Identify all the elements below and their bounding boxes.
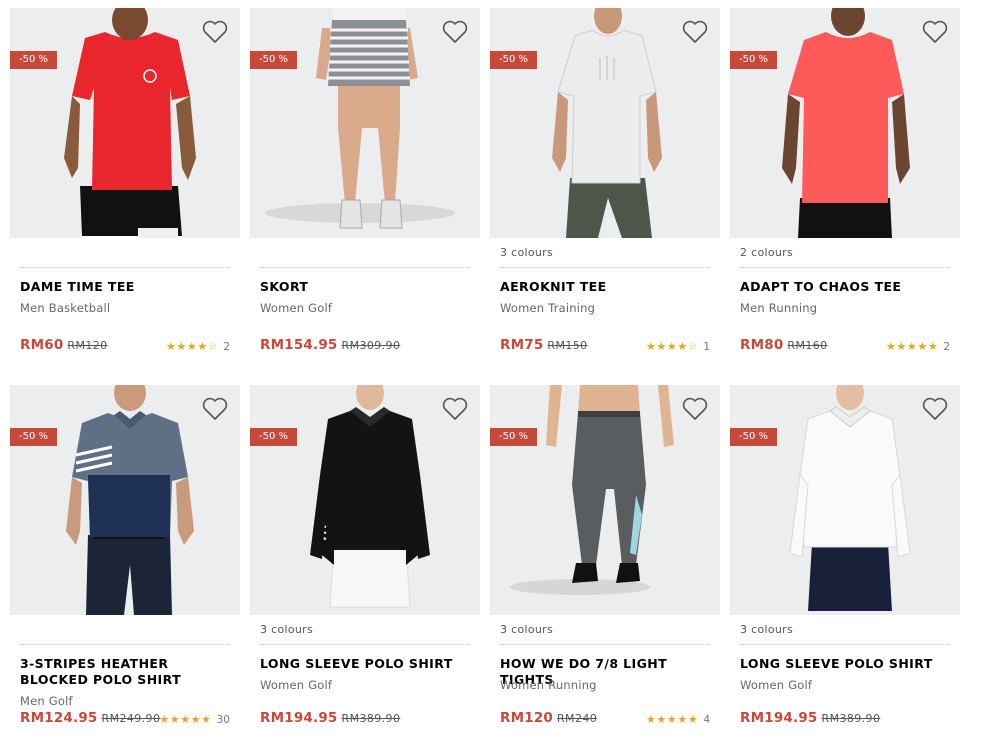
sale-price: RM124.95 [20, 710, 98, 726]
review-count: 4 [703, 714, 710, 726]
original-price: RM389.90 [821, 712, 881, 725]
product-card-skort[interactable]: -50 % SKORT Women Golf RM154.95 RM309.90 [250, 8, 480, 378]
divider [260, 267, 470, 268]
heart-outline-icon[interactable] [202, 20, 228, 44]
price-row: RM194.95 RM389.90 [740, 710, 950, 728]
sale-price: RM120 [500, 710, 554, 726]
product-category: Men Basketball [20, 301, 111, 315]
price-row: RM60 RM120 ★★★★☆ 2 [20, 337, 230, 355]
discount-badge: -50 % [10, 428, 58, 446]
star-rating: ★★★★☆ 1 [646, 340, 710, 353]
heart-outline-icon[interactable] [682, 397, 708, 421]
discount-badge: -50 % [730, 51, 778, 69]
discount-badge: -50 % [730, 428, 778, 446]
product-category: Women Training [500, 301, 596, 315]
colour-count: 2 colours [740, 246, 793, 259]
heart-outline-icon[interactable] [682, 20, 708, 44]
heart-outline-icon[interactable] [202, 397, 228, 421]
sale-price: RM194.95 [740, 710, 818, 726]
product-category: Women Golf [260, 678, 333, 692]
product-card-long-sleeve-polo-white[interactable]: -50 % 3 colours LONG SLEEVE POLO SHIRT W… [730, 385, 960, 755]
rating-stars: ★★★★★ [159, 713, 212, 726]
sale-price: RM194.95 [260, 710, 338, 726]
heart-outline-icon[interactable] [922, 20, 948, 44]
colour-count: 3 colours [500, 246, 553, 259]
product-card-dame-time-tee[interactable]: -50 % DAME TIME TEE Men Basketball RM60 R… [10, 8, 240, 378]
original-price: RM150 [547, 339, 588, 352]
product-category: Women Golf [260, 301, 333, 315]
heart-outline-icon[interactable] [442, 20, 468, 44]
product-name[interactable]: SKORT [260, 279, 470, 295]
rating-stars: ★★★★★ [646, 713, 699, 726]
colour-count: 3 colours [260, 623, 313, 636]
product-card-3-stripes-polo[interactable]: -50 % 3-STRIPES HEATHER BLOCKED POLO SHI… [10, 385, 240, 755]
price-row: RM194.95 RM389.90 [260, 710, 470, 728]
rating-stars: ★★★★☆ [646, 340, 699, 353]
divider [500, 267, 710, 268]
product-category: Men Running [740, 301, 818, 315]
product-card-aeroknit-tee[interactable]: -50 % 3 colours AEROKNIT TEE Women Train… [490, 8, 720, 378]
product-name[interactable]: ADAPT TO CHAOS TEE [740, 279, 950, 295]
divider [260, 644, 470, 645]
sale-price: RM80 [740, 337, 784, 353]
price-row: RM80 RM160 ★★★★★ 2 [740, 337, 950, 355]
star-rating: ★★★★☆ 2 [166, 340, 230, 353]
sale-price: RM60 [20, 337, 64, 353]
discount-badge: -50 % [10, 51, 58, 69]
price-row: RM120 RM240 ★★★★★ 4 [500, 710, 710, 728]
review-count: 2 [223, 341, 230, 353]
star-rating: ★★★★★ 30 [159, 713, 230, 726]
original-price: RM160 [787, 339, 828, 352]
product-category: Women Golf [740, 678, 813, 692]
price-row: RM124.95 RM249.90 ★★★★★ 30 [20, 710, 230, 728]
rating-stars: ★★★★★ [886, 340, 939, 353]
discount-badge: -50 % [250, 51, 298, 69]
price-row: RM75 RM150 ★★★★☆ 1 [500, 337, 710, 355]
heart-outline-icon[interactable] [922, 397, 948, 421]
rating-stars: ★★★★☆ [166, 340, 219, 353]
product-name[interactable]: LONG SLEEVE POLO SHIRT [740, 656, 950, 672]
colour-count: 3 colours [500, 623, 553, 636]
product-card-long-sleeve-polo-black[interactable]: -50 % 3 colours LONG SLEEVE POLO SHIRT W… [250, 385, 480, 755]
original-price: RM249.90 [101, 712, 161, 725]
review-count: 30 [216, 714, 230, 726]
heart-outline-icon[interactable] [442, 397, 468, 421]
product-card-adapt-to-chaos-tee[interactable]: -50 % 2 colours ADAPT TO CHAOS TEE Men R… [730, 8, 960, 378]
review-count: 2 [943, 341, 950, 353]
divider [20, 267, 230, 268]
product-category: Men Golf [20, 694, 73, 708]
product-card-how-we-do-tights[interactable]: -50 % 3 colours HOW WE DO 7/8 LIGHT TIGH… [490, 385, 720, 755]
product-name[interactable]: LONG SLEEVE POLO SHIRT [260, 656, 470, 672]
product-name[interactable]: AEROKNIT TEE [500, 279, 710, 295]
sale-price: RM75 [500, 337, 544, 353]
product-name[interactable]: 3-STRIPES HEATHER BLOCKED POLO SHIRT [20, 656, 230, 688]
sale-price: RM154.95 [260, 337, 338, 353]
original-price: RM240 [557, 712, 598, 725]
discount-badge: -50 % [250, 428, 298, 446]
divider [20, 644, 230, 645]
colour-count: 3 colours [740, 623, 793, 636]
original-price: RM309.90 [341, 339, 401, 352]
discount-badge: -50 % [490, 51, 538, 69]
divider [500, 644, 710, 645]
star-rating: ★★★★★ 2 [886, 340, 950, 353]
original-price: RM389.90 [341, 712, 401, 725]
review-count: 1 [703, 341, 710, 353]
product-name[interactable]: DAME TIME TEE [20, 279, 230, 295]
divider [740, 267, 950, 268]
price-row: RM154.95 RM309.90 [260, 337, 470, 355]
discount-badge: -50 % [490, 428, 538, 446]
star-rating: ★★★★★ 4 [646, 713, 710, 726]
divider [740, 644, 950, 645]
product-category: Women Running [500, 678, 597, 692]
original-price: RM120 [67, 339, 108, 352]
